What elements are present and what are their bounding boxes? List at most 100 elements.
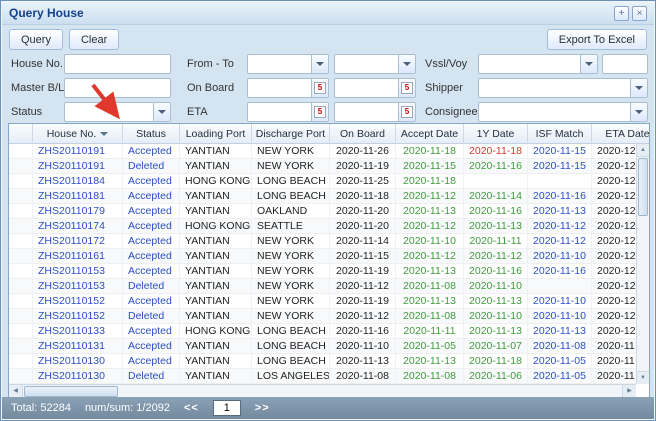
query-button[interactable]: Query	[9, 29, 63, 50]
on-board-from-datefield[interactable]: 5	[247, 78, 329, 98]
column-header-y1-date[interactable]: 1Y Date	[464, 124, 528, 144]
chevron-down-icon[interactable]	[580, 55, 597, 73]
shipper-combo[interactable]	[478, 78, 648, 98]
window-title: Query House	[9, 6, 84, 20]
maximize-button[interactable]: +	[614, 6, 629, 21]
cell-discharge-port: NEW YORK	[252, 294, 330, 309]
cell-discharge-port: NEW YORK	[252, 249, 330, 264]
grid-row[interactable]: ZHS20110181AcceptedYANTIANLONG BEACH2020…	[9, 189, 650, 204]
cell-accept-date: 2020-11-12	[396, 249, 464, 264]
grid-row[interactable]: ZHS20110191DeletedYANTIANNEW YORK2020-11…	[9, 159, 650, 174]
column-header-loading-port[interactable]: Loading Port	[180, 124, 252, 144]
cell-y1-date: 2020-11-07	[464, 339, 528, 354]
vssl-voy-label: Vssl/Voy	[425, 58, 467, 70]
column-header-house-no[interactable]: House No.	[33, 124, 123, 144]
cell-discharge-port: LONG BEACH	[252, 174, 330, 189]
grid-row[interactable]: ZHS20110179AcceptedYANTIANOAKLAND2020-11…	[9, 204, 650, 219]
window-titlebar[interactable]: Query House + ×	[2, 2, 654, 25]
cell-status: Deleted	[123, 159, 180, 174]
calendar-icon[interactable]: 5	[311, 103, 328, 121]
grid-row[interactable]: ZHS20110152DeletedYANTIANNEW YORK2020-11…	[9, 309, 650, 324]
chevron-down-icon[interactable]	[630, 103, 647, 121]
grid-header: House No.Status Loading Port Discharge Por…	[9, 124, 650, 144]
shipper-label: Shipper	[425, 82, 463, 94]
horizontal-scrollbar[interactable]: ◀ ▶	[9, 384, 636, 398]
vssl-voy-combo[interactable]	[478, 54, 598, 74]
cell-loading-port: HONG KONG	[180, 174, 252, 189]
grid-row[interactable]: ZHS20110172AcceptedYANTIANNEW YORK2020-1…	[9, 234, 650, 249]
cell-status: Deleted	[123, 309, 180, 324]
column-header-status[interactable]: Status	[123, 124, 180, 144]
eta-to-datefield[interactable]: 5	[334, 102, 416, 122]
grid-row[interactable]: ZHS20110152AcceptedYANTIANNEW YORK2020-1…	[9, 294, 650, 309]
cell-on-board: 2020-11-19	[330, 264, 396, 279]
cell-accept-date: 2020-11-18	[396, 174, 464, 189]
cell-rownum	[9, 174, 33, 189]
column-header-on-board[interactable]: On Board	[330, 124, 396, 144]
chevron-down-icon[interactable]	[630, 79, 647, 97]
grid-row[interactable]: ZHS20110153AcceptedYANTIANNEW YORK2020-1…	[9, 264, 650, 279]
page-input[interactable]	[213, 400, 241, 416]
grid-row[interactable]: ZHS20110131AcceptedYANTIANLONG BEACH2020…	[9, 339, 650, 354]
cell-y1-date: 2020-11-16	[464, 204, 528, 219]
consignee-combo[interactable]	[478, 102, 648, 122]
scroll-up-icon[interactable]: ▲	[637, 144, 649, 157]
cell-y1-date: 2020-11-06	[464, 369, 528, 384]
eta-from-datefield[interactable]: 5	[247, 102, 329, 122]
next-page-button[interactable]: >>	[255, 402, 270, 414]
chevron-down-icon[interactable]	[311, 55, 328, 73]
cell-loading-port: YANTIAN	[180, 294, 252, 309]
calendar-icon[interactable]: 5	[398, 79, 415, 97]
grid-row[interactable]: ZHS20110153DeletedYANTIANNEW YORK2020-11…	[9, 279, 650, 294]
chevron-down-icon[interactable]	[398, 55, 415, 73]
column-header-accept-date[interactable]: Accept Date	[396, 124, 464, 144]
query-house-window: Query House + × Query Clear Export To Ex…	[0, 0, 656, 421]
cell-loading-port: YANTIAN	[180, 249, 252, 264]
cell-accept-date: 2020-11-10	[396, 234, 464, 249]
cell-house-no: ZHS20110152	[33, 294, 123, 309]
master-bl-input[interactable]	[64, 78, 171, 98]
column-header-isf-match[interactable]: ISF Match	[528, 124, 592, 144]
to-combo[interactable]	[334, 54, 416, 74]
cell-house-no: ZHS20110130	[33, 354, 123, 369]
scroll-down-icon[interactable]: ▼	[637, 371, 649, 384]
clear-button[interactable]: Clear	[69, 29, 119, 50]
column-header-label: Loading Port	[186, 128, 246, 140]
grid-row[interactable]: ZHS20110133AcceptedHONG KONGLONG BEACH20…	[9, 324, 650, 339]
on-board-to-datefield[interactable]: 5	[334, 78, 416, 98]
prev-page-button[interactable]: <<	[184, 402, 199, 414]
grid-row[interactable]: ZHS20110130DeletedYANTIANLOS ANGELES2020…	[9, 369, 650, 384]
grid-row[interactable]: ZHS20110130AcceptedYANTIANLONG BEACH2020…	[9, 354, 650, 369]
column-header-discharge-port[interactable]: Discharge Port	[252, 124, 330, 144]
cell-isf-match: 2020-11-15	[528, 159, 592, 174]
cell-loading-port: HONG KONG	[180, 219, 252, 234]
cell-on-board: 2020-11-16	[330, 324, 396, 339]
grid-row[interactable]: ZHS20110191AcceptedYANTIANNEW YORK2020-1…	[9, 144, 650, 159]
calendar-icon[interactable]: 5	[398, 103, 415, 121]
grid-row[interactable]: ZHS20110174AcceptedHONG KONGSEATTLE2020-…	[9, 219, 650, 234]
from-combo[interactable]	[247, 54, 329, 74]
column-header-rownum[interactable]	[9, 124, 33, 144]
house-no-input[interactable]	[64, 54, 171, 74]
grid-body: ZHS20110191AcceptedYANTIANNEW YORK2020-1…	[9, 144, 650, 384]
voyage-input[interactable]	[602, 54, 648, 74]
export-to-excel-button[interactable]: Export To Excel	[547, 29, 647, 50]
grid-row[interactable]: ZHS20110161AcceptedYANTIANNEW YORK2020-1…	[9, 249, 650, 264]
cell-rownum	[9, 189, 33, 204]
calendar-icon[interactable]: 5	[311, 79, 328, 97]
horizontal-scroll-thumb[interactable]	[24, 386, 118, 397]
cell-rownum	[9, 369, 33, 384]
cell-isf-match: 2020-11-16	[528, 189, 592, 204]
chevron-down-icon[interactable]	[153, 103, 170, 121]
vertical-scroll-thumb[interactable]	[638, 158, 648, 216]
grid-row[interactable]: ZHS20110184AcceptedHONG KONGLONG BEACH20…	[9, 174, 650, 189]
vertical-scrollbar[interactable]: ▲ ▼	[636, 144, 649, 384]
cell-rownum	[9, 294, 33, 309]
cell-rownum	[9, 354, 33, 369]
cell-house-no: ZHS20110153	[33, 264, 123, 279]
cell-loading-port: HONG KONG	[180, 324, 252, 339]
status-bar: Total: 52284 num/sum: 1/2092 << >>	[2, 397, 654, 419]
status-combo[interactable]	[64, 102, 171, 122]
column-header-eta-date[interactable]: ETA Date	[592, 124, 650, 144]
close-button[interactable]: ×	[632, 6, 647, 21]
